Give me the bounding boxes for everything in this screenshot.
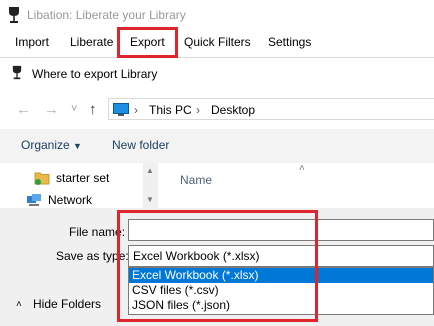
export-highlight-box <box>117 27 178 58</box>
hide-folders-button[interactable]: Hide Folders <box>33 297 101 311</box>
chevron-up-icon: ˄ <box>299 163 305 174</box>
arrow-right-icon[interactable]: → <box>44 101 59 118</box>
breadcrumb-separator: › <box>196 103 200 117</box>
file-list[interactable]: ˄ Name <box>158 163 434 208</box>
menu-settings[interactable]: Settings <box>268 35 311 49</box>
breadcrumb[interactable]: › This PC › Desktop <box>108 98 434 120</box>
nav-scrollbar[interactable]: ▲ ▼ <box>143 163 158 208</box>
organize-label: Organize <box>21 138 70 152</box>
chevron-down-icon[interactable]: ˅ <box>71 103 77 115</box>
nav-item-label: starter set <box>56 171 110 185</box>
breadcrumb-this-pc[interactable]: This PC <box>149 103 192 117</box>
network-icon <box>27 194 41 206</box>
new-folder-button[interactable]: New folder <box>112 138 169 152</box>
dialog-title: Where to export Library <box>32 67 158 81</box>
monitor-icon <box>113 103 129 116</box>
caret-down-icon: ▼ <box>73 141 82 151</box>
menu-bar: Import Liberate Export Quick Filters Set… <box>0 30 434 55</box>
address-bar: ← → ˅ ↑ › This PC › Desktop <box>0 93 434 125</box>
menu-liberate[interactable]: Liberate <box>70 35 113 49</box>
scroll-up-icon[interactable]: ▲ <box>146 166 154 175</box>
scroll-down-icon[interactable]: ▼ <box>146 195 154 204</box>
save-type-highlight-box <box>117 210 318 322</box>
column-header-name[interactable]: Name <box>180 173 212 187</box>
arrow-left-icon[interactable]: ← <box>16 101 31 118</box>
chevron-up-icon: ˄ <box>16 299 22 310</box>
wine-glass-icon <box>9 7 19 23</box>
nav-item-label: Network <box>48 193 93 207</box>
window-titlebar: Libation: Liberate your Library <box>0 0 434 30</box>
breadcrumb-separator: › <box>134 103 138 117</box>
breadcrumb-desktop[interactable]: Desktop <box>211 103 255 117</box>
app-title: Libation: Liberate your Library <box>27 8 186 22</box>
command-bar: Organize ▼ New folder <box>0 129 434 163</box>
arrow-up-icon[interactable]: ↑ <box>89 101 97 118</box>
organize-button[interactable]: Organize ▼ <box>21 138 82 152</box>
navigation-pane: starter set Network <box>0 163 143 208</box>
folder-icon <box>34 172 50 185</box>
wine-glass-icon <box>12 65 22 80</box>
menu-import[interactable]: Import <box>15 35 49 49</box>
menu-quick-filters[interactable]: Quick Filters <box>184 35 251 49</box>
